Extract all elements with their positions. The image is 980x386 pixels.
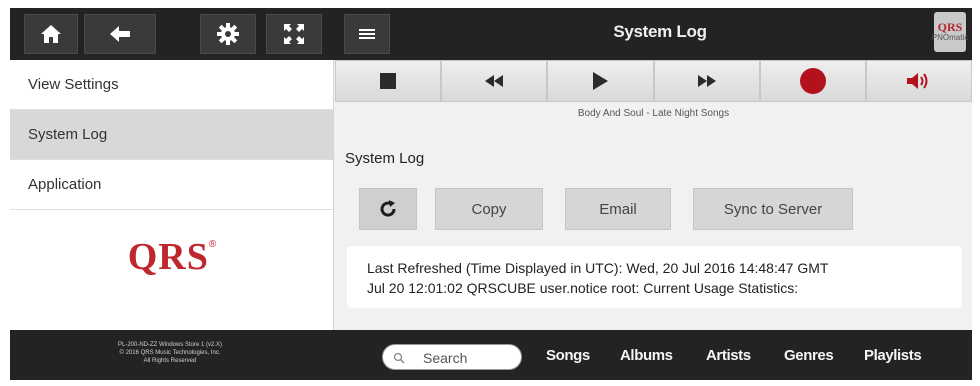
page-title: System Log	[613, 22, 707, 41]
nav-albums[interactable]: Albums	[620, 347, 673, 364]
record-button[interactable]	[759, 60, 866, 102]
sidebar: View Settings System Log Application QRS…	[10, 60, 334, 330]
sidebar-item-application[interactable]: Application	[10, 160, 333, 210]
brand-logo-text: QRS	[937, 20, 963, 34]
rewind-button[interactable]	[441, 60, 548, 102]
play-button[interactable]	[547, 60, 654, 102]
copyright-line: © 2016 QRS Music Technologies, Inc.	[119, 350, 221, 356]
fast-forward-button[interactable]	[653, 60, 760, 102]
search-placeholder: Search	[423, 350, 468, 366]
gear-icon	[217, 23, 239, 45]
sidebar-item-label: System Log	[28, 126, 108, 143]
copyright-notice: PL-200-ND-ZZ Windows Store 1 (v2.X) © 20…	[70, 341, 270, 365]
search-icon	[393, 352, 405, 364]
home-icon	[41, 25, 61, 43]
sidebar-item-label: View Settings	[28, 76, 119, 93]
brand-logo-subtext: PNOmatic	[931, 33, 969, 42]
refresh-button[interactable]	[359, 188, 417, 230]
rewind-icon	[485, 75, 504, 87]
back-button[interactable]	[84, 14, 156, 54]
main-panel: Body And Soul - Late Night Songs System …	[335, 60, 972, 330]
sync-button-label: Sync to Server	[723, 200, 823, 218]
nav-songs[interactable]: Songs	[546, 347, 590, 364]
brand-logo[interactable]: QRS PNOmatic	[931, 12, 969, 52]
home-button[interactable]	[24, 14, 78, 54]
copyright-line: PL-200-ND-ZZ Windows Store 1 (v2.X)	[117, 342, 223, 348]
copy-button-label: Copy	[471, 200, 507, 218]
record-icon	[799, 68, 826, 94]
qrs-logo: QRS®	[10, 235, 334, 279]
now-playing-track: Body And Soul - Late Night Songs	[577, 108, 730, 119]
registered-mark: ®	[208, 239, 217, 250]
nav-artists[interactable]: Artists	[706, 347, 751, 364]
volume-button[interactable]	[865, 60, 972, 102]
menu-icon	[359, 29, 375, 39]
email-button-label: Email	[599, 200, 637, 218]
menu-button[interactable]	[344, 14, 390, 54]
search-input[interactable]: Search	[382, 344, 522, 370]
sidebar-item-label: Application	[28, 176, 102, 193]
sync-to-server-button[interactable]: Sync to Server	[693, 188, 853, 230]
back-arrow-icon	[110, 26, 130, 42]
email-button[interactable]: Email	[565, 188, 671, 230]
fast-forward-icon	[697, 75, 716, 87]
transport-controls	[335, 60, 972, 102]
nav-playlists[interactable]: Playlists	[864, 347, 922, 364]
app-window: System Log QRS PNOmatic View Settings Sy…	[10, 8, 972, 380]
sidebar-item-system-log[interactable]: System Log	[10, 110, 333, 160]
log-output[interactable]: Last Refreshed (Time Displayed in UTC): …	[347, 246, 962, 308]
copy-button[interactable]: Copy	[435, 188, 543, 230]
nav-genres[interactable]: Genres	[784, 347, 834, 364]
copyright-line: All Rights Reserved	[143, 358, 197, 364]
log-line: Last Refreshed (Time Displayed in UTC): …	[367, 260, 829, 276]
settings-button[interactable]	[200, 14, 256, 54]
stop-icon	[380, 73, 397, 89]
top-bar: System Log QRS PNOmatic	[10, 8, 972, 60]
bottom-bar: PL-200-ND-ZZ Windows Store 1 (v2.X) © 20…	[10, 330, 972, 380]
play-icon	[593, 72, 609, 90]
log-line: Jul 20 12:01:02 QRSCUBE user.notice root…	[367, 280, 799, 296]
qrs-logo-text: QRS	[127, 236, 209, 278]
sidebar-item-view-settings[interactable]: View Settings	[10, 60, 333, 110]
volume-icon	[906, 73, 928, 89]
stop-button[interactable]	[335, 60, 442, 102]
fullscreen-button[interactable]	[266, 14, 322, 54]
refresh-icon	[380, 200, 396, 217]
section-title: System Log	[345, 150, 425, 167]
fullscreen-icon	[284, 24, 304, 44]
